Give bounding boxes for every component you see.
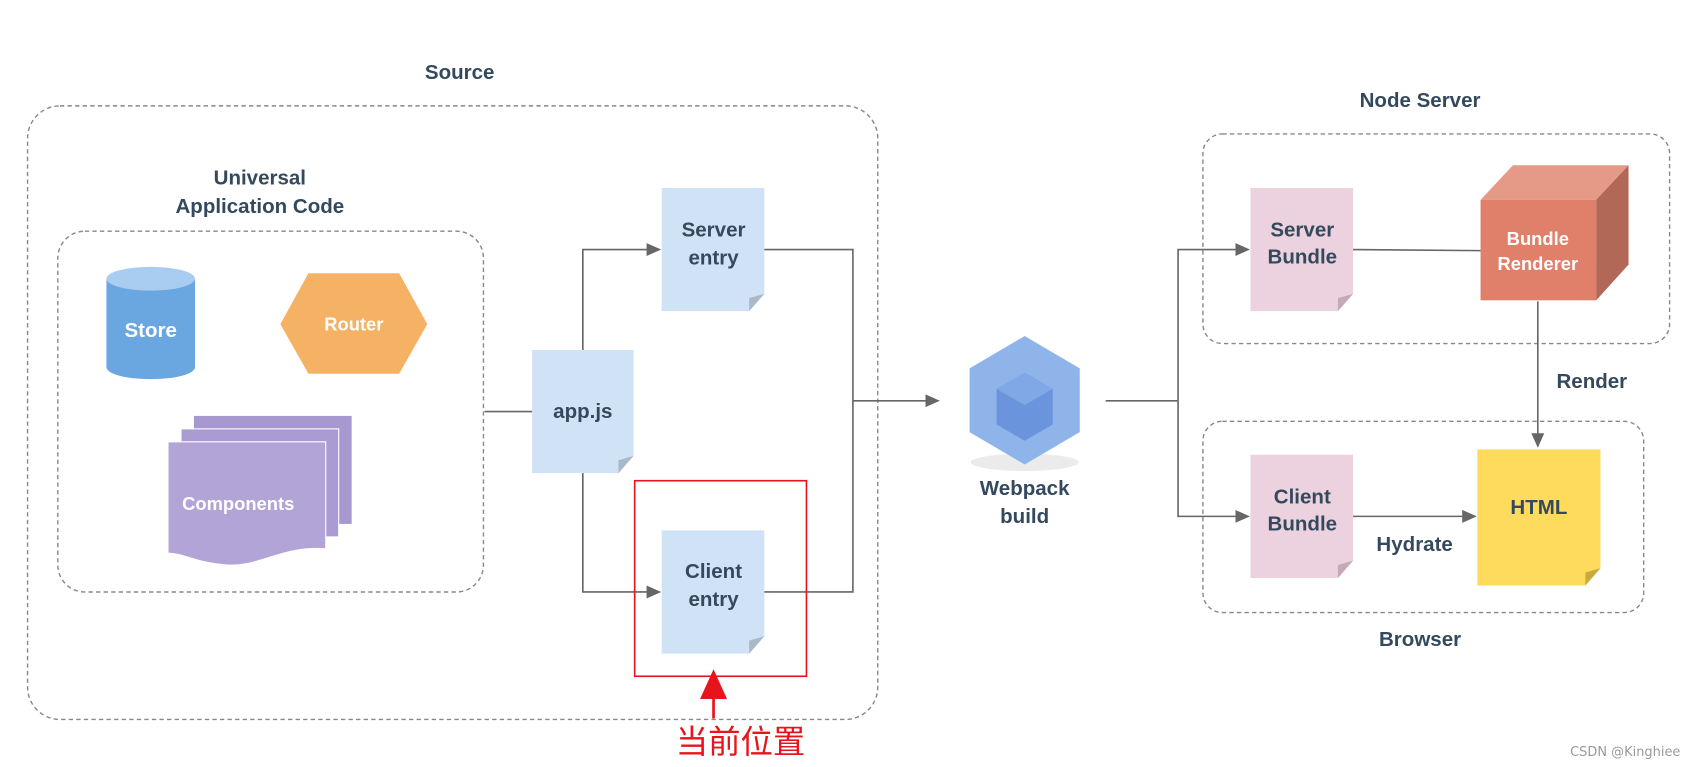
- html-label: HTML: [1510, 496, 1567, 519]
- universal-label-line1: Universal: [214, 167, 306, 190]
- webpack-label-1: Webpack: [980, 477, 1070, 500]
- ssr-architecture-diagram: Source Universal Application Code Store …: [26, 61, 1680, 761]
- webpack-label-2: build: [1000, 505, 1049, 528]
- render-label: Render: [1556, 370, 1627, 393]
- store-label: Store: [124, 319, 176, 342]
- edge-server-entry-out: [764, 248, 854, 593]
- edge-to-server-bundle: [1177, 243, 1250, 401]
- components-pages-icon: [167, 415, 352, 566]
- edge-to-client-bundle: [1177, 400, 1250, 523]
- client-bundle-label-1: Client: [1274, 485, 1331, 508]
- client-bundle-label-2: Bundle: [1268, 512, 1338, 535]
- server-entry-label-2: entry: [688, 247, 739, 270]
- webpack-cube-icon: [969, 335, 1080, 472]
- node-server-label: Node Server: [1360, 89, 1481, 112]
- source-group-label: Source: [425, 61, 495, 84]
- current-position-label: 当前位置: [676, 723, 806, 761]
- hydrate-label: Hydrate: [1376, 533, 1452, 556]
- app-js-label: app.js: [553, 400, 612, 423]
- client-entry-label-1: Client: [685, 560, 742, 583]
- edge-server-bundle-to-renderer: [1353, 248, 1481, 252]
- edge-app-to-server-entry: [582, 243, 662, 351]
- edge-app-to-client-entry: [582, 473, 662, 599]
- bundle-renderer-label-1: Bundle: [1507, 228, 1569, 249]
- client-entry-label-2: entry: [688, 588, 739, 611]
- server-bundle-label-2: Bundle: [1268, 246, 1338, 269]
- server-bundle-label-1: Server: [1270, 219, 1334, 242]
- watermark: CSDN @Kinghiee: [1570, 745, 1680, 760]
- router-label: Router: [324, 314, 383, 335]
- bundle-renderer-label-2: Renderer: [1497, 253, 1578, 274]
- server-entry-label-1: Server: [682, 219, 746, 242]
- browser-label: Browser: [1379, 628, 1461, 651]
- components-label: Components: [182, 493, 294, 514]
- universal-label-line2: Application Code: [175, 195, 344, 218]
